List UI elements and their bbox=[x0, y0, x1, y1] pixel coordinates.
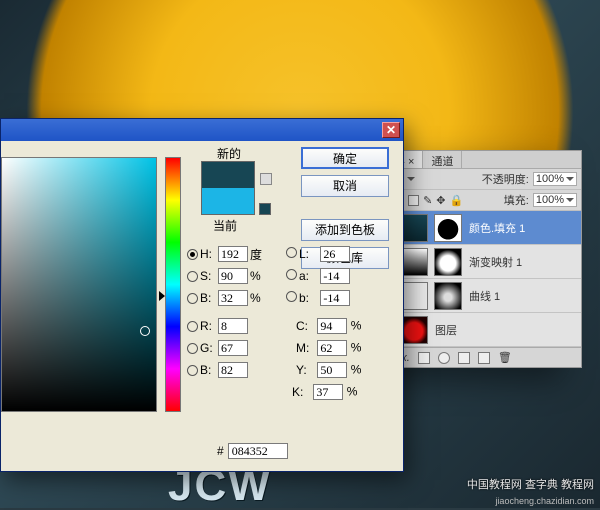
fill-label: 填充: bbox=[504, 192, 529, 208]
input-a[interactable] bbox=[320, 268, 350, 284]
input-g[interactable] bbox=[218, 340, 248, 356]
layer-row-curves[interactable]: 曲线 1 bbox=[375, 279, 581, 313]
fill-value[interactable]: 100% bbox=[533, 193, 577, 207]
color-picker-dialog: ✕ 新的 当前 确定 取消 添加到色板 颜色库 H: 度 L: bbox=[0, 118, 404, 472]
label-a: a: bbox=[299, 269, 317, 283]
tab-channels[interactable]: 通道 bbox=[423, 151, 462, 168]
layer-label: 渐变映射 1 bbox=[469, 254, 522, 270]
trash-icon[interactable]: 🗑 bbox=[498, 351, 512, 364]
lock-all-icon[interactable]: 🔒 bbox=[450, 194, 464, 207]
cancel-button[interactable]: 取消 bbox=[301, 175, 389, 197]
lock-move-icon[interactable]: ✥ bbox=[436, 194, 445, 207]
layer-list: 颜色.填充 1 渐变映射 1 曲线 1 图层 bbox=[375, 211, 581, 347]
label-k: K: bbox=[292, 385, 310, 399]
layer-row-background[interactable]: 图层 bbox=[375, 313, 581, 347]
layer-thumbnail[interactable] bbox=[400, 248, 428, 276]
layers-footer: ⇆ fx. 🗑 bbox=[375, 347, 581, 367]
radio-lab-b[interactable] bbox=[286, 291, 297, 302]
gamut-cube-icon[interactable] bbox=[260, 173, 272, 185]
close-button[interactable]: ✕ bbox=[382, 122, 400, 138]
radio-h[interactable] bbox=[187, 249, 198, 260]
dropdown-icon bbox=[566, 198, 574, 202]
radio-a[interactable] bbox=[286, 269, 297, 280]
layer-thumbnail[interactable] bbox=[400, 316, 428, 344]
new-color bbox=[202, 162, 254, 188]
hash-label: # bbox=[217, 444, 224, 458]
hue-indicator-icon bbox=[159, 291, 165, 301]
layers-panel: 图层 × 通道 柔光 不透明度: 100% 锁定: ✎ ✥ 🔒 填充: 100%… bbox=[374, 150, 582, 368]
hex-row: # bbox=[217, 443, 288, 459]
input-bb[interactable] bbox=[218, 362, 248, 378]
label-c: C: bbox=[296, 319, 314, 333]
label-m: M: bbox=[296, 341, 314, 355]
add-swatch-button[interactable]: 添加到色板 bbox=[301, 219, 389, 241]
layer-thumbnail[interactable] bbox=[400, 214, 428, 242]
layer-mask-thumbnail[interactable] bbox=[434, 248, 462, 276]
dropdown-icon bbox=[566, 177, 574, 181]
label-lab-b: b: bbox=[299, 291, 317, 305]
opacity-label: 不透明度: bbox=[482, 171, 529, 187]
label-h: H: bbox=[200, 247, 218, 261]
dialog-titlebar[interactable]: ✕ bbox=[1, 119, 403, 141]
hue-slider[interactable] bbox=[165, 157, 181, 412]
label-g: G: bbox=[200, 341, 218, 355]
input-c[interactable] bbox=[317, 318, 347, 334]
mask-icon[interactable] bbox=[418, 352, 430, 364]
watermark-url: jiaocheng.chazidian.com bbox=[495, 496, 594, 506]
input-l[interactable] bbox=[320, 246, 350, 262]
radio-b[interactable] bbox=[187, 293, 198, 304]
label-r: R: bbox=[200, 319, 218, 333]
lock-icons: ✎ ✥ 🔒 bbox=[408, 194, 463, 207]
label-b: B: bbox=[200, 291, 218, 305]
color-preview-swatch bbox=[201, 161, 255, 215]
color-marker[interactable] bbox=[140, 326, 150, 336]
input-y[interactable] bbox=[317, 362, 347, 378]
layer-mask-thumbnail[interactable] bbox=[434, 282, 462, 310]
blend-opacity-row: 柔光 不透明度: 100% bbox=[375, 169, 581, 190]
lock-fill-row: 锁定: ✎ ✥ 🔒 填充: 100% bbox=[375, 190, 581, 211]
color-field[interactable] bbox=[1, 157, 157, 412]
new-layer-icon[interactable] bbox=[478, 352, 490, 364]
radio-s[interactable] bbox=[187, 271, 198, 282]
radio-bb[interactable] bbox=[187, 365, 198, 376]
dropdown-icon bbox=[407, 177, 415, 181]
input-h[interactable] bbox=[218, 246, 248, 262]
layer-row-gradient-map[interactable]: 渐变映射 1 bbox=[375, 245, 581, 279]
input-hex[interactable] bbox=[228, 443, 288, 459]
radio-g[interactable] bbox=[187, 343, 198, 354]
radio-l[interactable] bbox=[286, 247, 297, 258]
label-bb: B: bbox=[200, 363, 218, 377]
layer-label: 图层 bbox=[435, 322, 457, 338]
label-l: L: bbox=[299, 247, 317, 261]
websafe-swatch[interactable] bbox=[259, 203, 271, 215]
input-b[interactable] bbox=[218, 290, 248, 306]
panel-tabs: 图层 × 通道 bbox=[375, 151, 581, 169]
watermark-text: 中国教程网 查字典 教程网 bbox=[467, 476, 594, 492]
ok-button[interactable]: 确定 bbox=[301, 147, 389, 169]
color-value-fields: H: 度 L: S: % a: B: % b: R: C: % bbox=[187, 243, 361, 403]
input-r[interactable] bbox=[218, 318, 248, 334]
layer-label: 颜色.填充 1 bbox=[469, 220, 525, 236]
opacity-value[interactable]: 100% bbox=[533, 172, 577, 186]
current-color-label: 当前 bbox=[213, 217, 237, 234]
layer-mask-thumbnail[interactable] bbox=[434, 214, 462, 242]
radio-r[interactable] bbox=[187, 321, 198, 332]
label-s: S: bbox=[200, 269, 218, 283]
input-lab-b[interactable] bbox=[320, 290, 350, 306]
input-s[interactable] bbox=[218, 268, 248, 284]
label-y: Y: bbox=[296, 363, 314, 377]
input-m[interactable] bbox=[317, 340, 347, 356]
layer-thumbnail[interactable] bbox=[400, 282, 428, 310]
layer-row-color-fill[interactable]: 颜色.填充 1 bbox=[375, 211, 581, 245]
new-color-label: 新的 bbox=[201, 145, 257, 162]
layer-label: 曲线 1 bbox=[469, 288, 500, 304]
folder-icon[interactable] bbox=[458, 352, 470, 364]
input-k[interactable] bbox=[313, 384, 343, 400]
lock-transparency-icon[interactable] bbox=[408, 195, 419, 206]
adjustment-icon[interactable] bbox=[438, 352, 450, 364]
lock-brush-icon[interactable]: ✎ bbox=[423, 194, 432, 207]
current-color bbox=[202, 188, 254, 214]
